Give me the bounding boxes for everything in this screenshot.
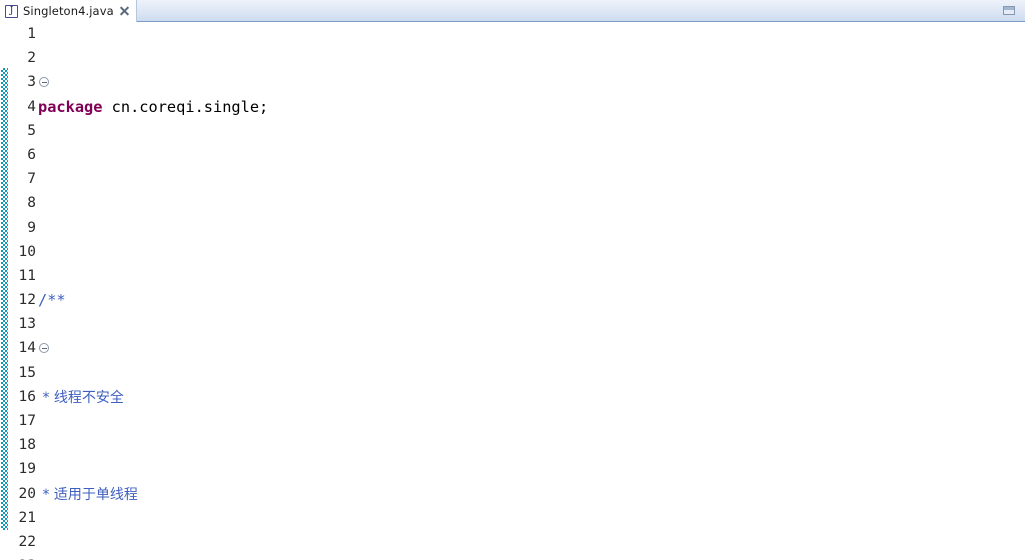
annotation-ruler[interactable] [0,22,9,560]
code-editor[interactable]: 1 2 3 4 5 6 7 8 9 10 11 12 13 14 15 16 1… [0,22,1025,560]
javadoc-text-line5: * 适用于单线程 [38,486,138,503]
tab-label: Singleton4.java [23,4,114,18]
tab-bar-empty-area [136,0,1001,22]
code-line-1[interactable]: package cn.coreqi.single; [30,95,1025,119]
keyword-package: package [38,97,103,116]
close-icon[interactable] [119,6,130,17]
tab-bar-tools [1001,0,1025,22]
annotation-ruler-marker [1,68,8,530]
code-line-3[interactable]: /** [30,288,1025,312]
javadoc-text-line4: * 线程不安全 [38,390,124,406]
code-text-area[interactable]: package cn.coreqi.single; /** * 线程不安全 * … [30,22,1025,560]
minimize-restore-icon[interactable] [1001,4,1017,17]
tab-singleton4-java[interactable]: J Singleton4.java [0,0,137,23]
eclipse-java-editor-window: J Singleton4.java 1 2 3 4 5 6 7 8 9 10 1… [0,0,1025,560]
javadoc-open: /** [38,291,66,310]
package-name: cn.coreqi.single; [102,97,269,116]
editor-tab-bar: J Singleton4.java [0,0,1025,23]
code-line-5[interactable]: * 适用于单线程 [30,482,1025,506]
code-line-4[interactable]: * 线程不安全 [30,385,1025,409]
java-file-icon: J [5,4,18,18]
code-line-2[interactable] [30,191,1025,215]
